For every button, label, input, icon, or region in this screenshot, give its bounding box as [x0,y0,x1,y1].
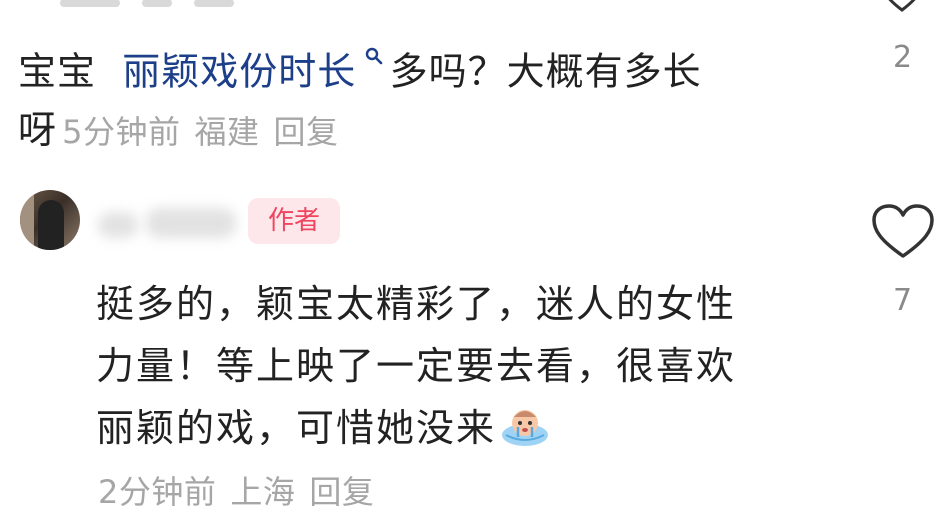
comment-1-line-2: 呀 5分钟前 福建 回复 [18,104,353,164]
comment-2-time: 2分钟前 [98,473,217,511]
comment-2-line-3-wrap: 丽颖的戏，可惜她没来 [96,397,836,459]
comment-2-location: 上海 [230,473,296,511]
comment-2-body: 挺多的，颖宝太精彩了，迷人的女性 力量！等上映了一定要去看，很喜欢 丽颖的戏，可… [96,273,836,459]
comment-1-rest-line-2: 呀 [18,108,58,152]
comment-1-prefix: 宝宝 [18,49,97,94]
username-blurred[interactable] [92,206,242,240]
comment-1-reply-button[interactable]: 回复 [274,113,339,151]
comment-2-line-3: 丽颖的戏，可惜她没来 [96,406,497,450]
comment-1-time: 5分钟前 [62,113,181,151]
comment-1-like-count: 2 [893,40,913,75]
author-badge: 作者 [248,198,341,244]
crying-emoji-icon [502,410,549,446]
comment-1-text-line-1: 宝宝 丽颖戏份时长 多吗？大概有多长 [18,40,702,98]
like-heart-icon[interactable] [872,204,934,260]
comment-1-location: 福建 [194,113,260,151]
search-icon[interactable] [358,47,389,76]
avatar[interactable] [20,190,80,250]
comment-1-rest-line-1: 多吗？大概有多长 [389,49,702,94]
search-keyword-link[interactable]: 丽颖戏份时长 [122,50,356,94]
comment-2-line-1: 挺多的，颖宝太精彩了，迷人的女性 [96,282,737,326]
like-heart-icon[interactable] [880,0,924,14]
previous-comment-fragment [60,0,270,8]
comment-2-like-count: 7 [893,283,913,318]
comment-2-line-2: 力量！等上映了一定要去看，很喜欢 [96,344,737,388]
comment-2-reply-button[interactable]: 回复 [309,473,374,511]
comment-2-meta: 2分钟前 上海 回复 [98,468,388,516]
